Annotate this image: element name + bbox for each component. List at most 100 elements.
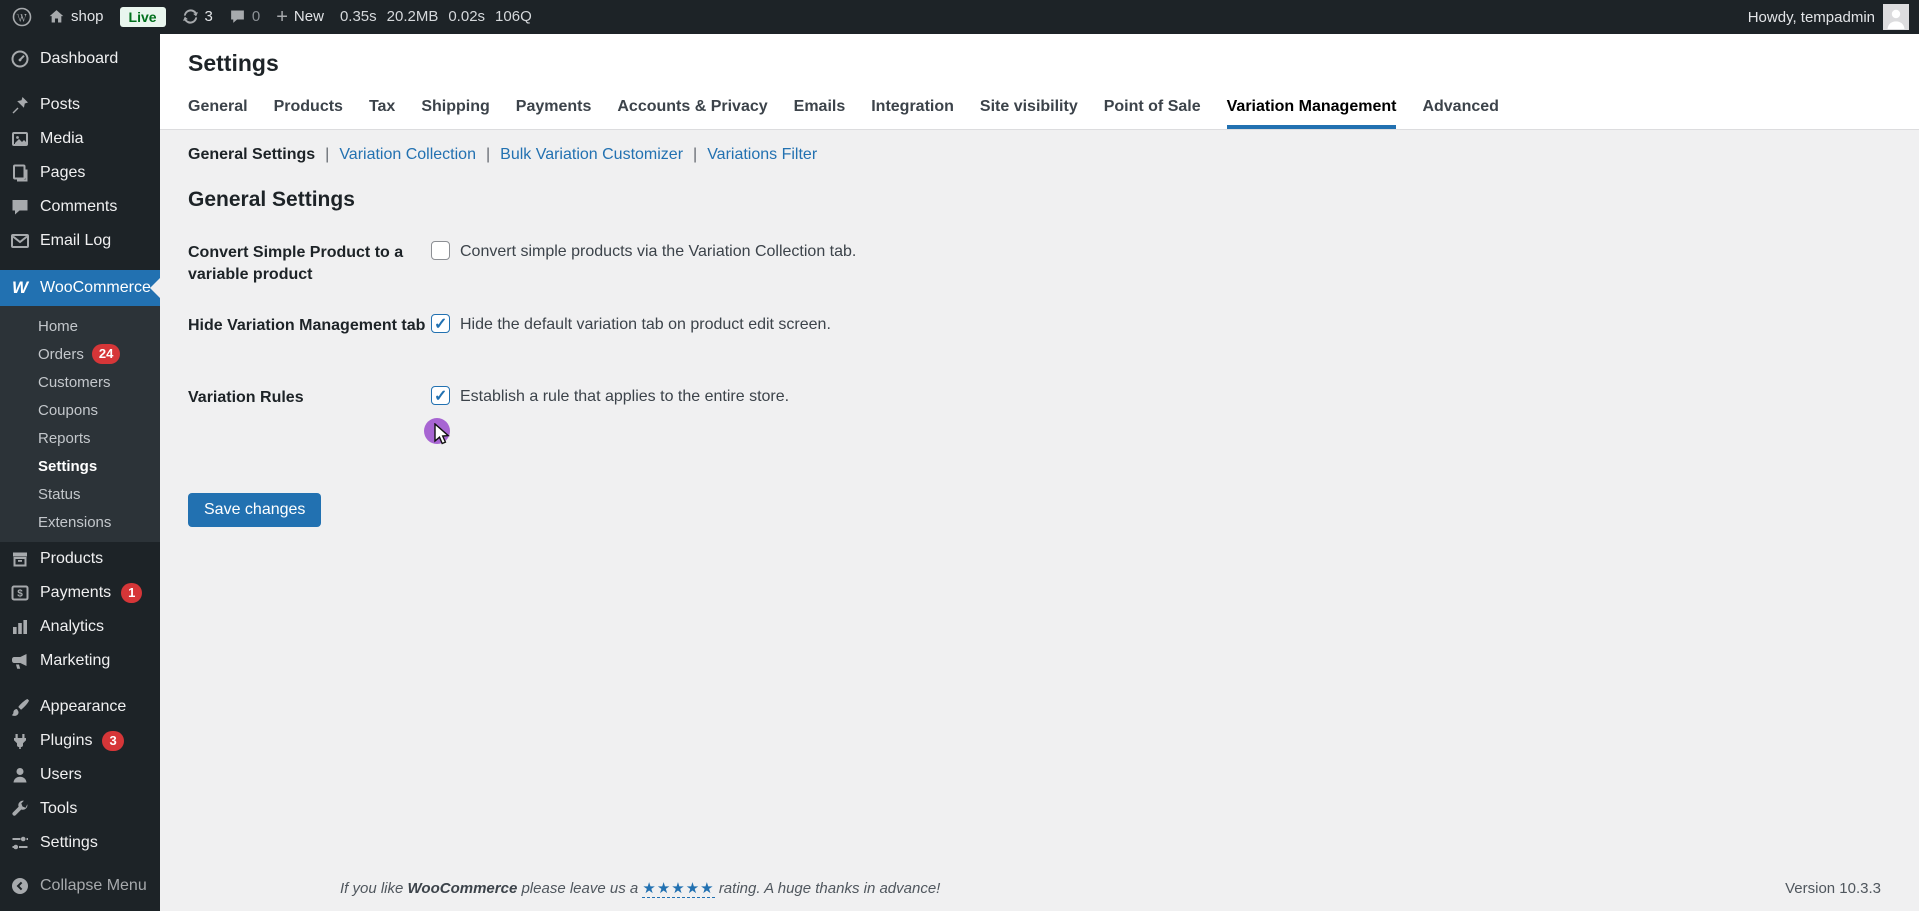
tab-advanced[interactable]: Advanced — [1422, 94, 1498, 129]
sidebar-item-payments[interactable]: $ Payments 1 — [0, 576, 160, 610]
tab-general[interactable]: General — [188, 94, 248, 129]
settings-tabs: General Products Tax Shipping Payments A… — [188, 94, 1919, 129]
sidebar-item-media[interactable]: Media — [0, 122, 160, 156]
sidebar-item-label: Payments — [40, 584, 112, 601]
account-menu[interactable]: Howdy, tempadmin — [1748, 4, 1919, 30]
sidebar-item-email-log[interactable]: Email Log — [0, 224, 160, 258]
form-row-variation-rules: Variation Rules Establish a rule that ap… — [188, 385, 1891, 429]
site-name-link[interactable]: shop — [48, 8, 104, 25]
avatar — [1883, 4, 1909, 30]
update-icon — [182, 9, 198, 25]
woocommerce-submenu: Home Orders 24 Customers Coupons Reports… — [0, 306, 160, 542]
submenu-item-extensions[interactable]: Extensions — [0, 508, 160, 536]
form-row-label: Hide Variation Management tab — [188, 317, 426, 335]
variation-rules-checkbox[interactable] — [431, 386, 450, 406]
woocommerce-icon: W — [11, 278, 29, 297]
submenu-label: Customers — [38, 373, 111, 391]
submenu-label: Settings — [38, 457, 98, 475]
plus-icon: + — [276, 5, 288, 28]
footer-text-prefix: If you like — [340, 880, 404, 897]
wordpress-logo-icon[interactable] — [12, 7, 32, 27]
tab-products[interactable]: Products — [274, 94, 343, 129]
variation-rules-description[interactable]: Establish a rule that applies to the ent… — [460, 386, 789, 408]
analytics-bars-icon — [13, 620, 27, 634]
subnav-variation-collection[interactable]: Variation Collection — [339, 146, 476, 164]
sidebar-item-comments[interactable]: Comments — [0, 190, 160, 224]
payments-icon: $ — [11, 585, 29, 601]
tab-emails[interactable]: Emails — [794, 94, 846, 129]
footer-rating-text: If you like WooCommerce please leave us … — [340, 879, 940, 898]
sidebar-item-pages[interactable]: Pages — [0, 156, 160, 190]
subnav-general-settings[interactable]: General Settings — [188, 146, 315, 164]
sidebar-item-label: Products — [40, 550, 104, 567]
form-row-hide-variation-tab: Hide Variation Management tab Hide the d… — [188, 313, 1891, 357]
new-content-button[interactable]: + New — [276, 7, 324, 27]
sliders-icon — [12, 836, 28, 850]
subnav-variations-filter[interactable]: Variations Filter — [707, 146, 817, 164]
menu-separator — [0, 76, 160, 88]
sidebar-item-settings[interactable]: Settings — [0, 826, 160, 860]
convert-simple-checkbox[interactable] — [431, 241, 450, 260]
submenu-item-status[interactable]: Status — [0, 480, 160, 508]
submenu-item-reports[interactable]: Reports — [0, 424, 160, 452]
sidebar-item-label: Comments — [40, 198, 118, 215]
sidebar-item-label: Tools — [40, 800, 78, 817]
collapse-arrow-icon — [12, 878, 28, 894]
tab-integration[interactable]: Integration — [871, 94, 954, 129]
sidebar-item-label: Marketing — [40, 652, 111, 669]
updates-indicator[interactable]: 3 — [182, 8, 213, 25]
sidebar-item-label: Pages — [40, 164, 86, 181]
sidebar-item-users[interactable]: Users — [0, 758, 160, 792]
tab-accounts-privacy[interactable]: Accounts & Privacy — [617, 94, 767, 129]
admin-footer: If you like WooCommerce please leave us … — [320, 869, 1919, 911]
subnav-separator: | — [325, 146, 330, 163]
tab-payments[interactable]: Payments — [516, 94, 592, 129]
live-badge: Live — [119, 6, 166, 28]
submenu-label: Extensions — [38, 513, 112, 531]
submenu-item-coupons[interactable]: Coupons — [0, 396, 160, 424]
convert-simple-description[interactable]: Convert simple products via the Variatio… — [460, 241, 856, 263]
sidebar-item-dashboard[interactable]: Dashboard — [0, 42, 160, 76]
products-box-icon — [13, 552, 27, 567]
page-title: Settings — [188, 50, 279, 76]
tab-tax[interactable]: Tax — [369, 94, 395, 129]
subnav-separator: | — [485, 146, 491, 163]
save-changes-button[interactable]: Save changes — [188, 493, 322, 528]
collapse-menu-button[interactable]: Collapse Menu — [0, 869, 160, 903]
tab-variation-management[interactable]: Variation Management — [1226, 94, 1397, 129]
tab-shipping[interactable]: Shipping — [421, 94, 489, 129]
five-stars-link[interactable]: ★★★★★ — [642, 880, 715, 898]
submenu-item-customers[interactable]: Customers — [0, 368, 160, 396]
current-menu-arrow-icon — [150, 278, 160, 298]
hide-variation-tab-description[interactable]: Hide the default variation tab on produc… — [460, 314, 831, 336]
brush-icon — [11, 699, 30, 716]
sidebar-item-label: Dashboard — [40, 50, 119, 67]
tab-point-of-sale[interactable]: Point of Sale — [1104, 94, 1201, 129]
submenu-item-orders[interactable]: Orders 24 — [0, 340, 160, 368]
sidebar-item-woocommerce[interactable]: W WooCommerce — [0, 270, 160, 306]
sidebar-item-appearance[interactable]: Appearance — [0, 690, 160, 724]
comments-indicator[interactable]: 0 — [229, 8, 260, 25]
sidebar-item-tools[interactable]: Tools — [0, 792, 160, 826]
email-icon — [11, 234, 29, 248]
sidebar-item-products[interactable]: Products — [0, 542, 160, 576]
settings-header: Settings General Products Tax Shipping P… — [160, 34, 1919, 130]
hide-variation-tab-checkbox[interactable] — [431, 314, 450, 334]
stat-queries: 106Q — [495, 8, 532, 26]
sidebar-item-plugins[interactable]: Plugins 3 — [0, 724, 160, 758]
media-icon — [12, 132, 28, 146]
svg-text:$: $ — [17, 589, 23, 600]
submenu-label: Status — [38, 485, 81, 503]
sidebar-item-marketing[interactable]: Marketing — [0, 644, 160, 678]
submenu-item-home[interactable]: Home — [0, 312, 160, 340]
submenu-label: Reports — [38, 429, 91, 447]
submenu-item-settings[interactable]: Settings — [0, 452, 160, 480]
form-row-label: Convert Simple Product to a variable pro… — [188, 244, 404, 283]
performance-stats: 0.35s 20.2MB 0.02s 106Q — [340, 8, 532, 25]
pages-icon — [13, 164, 28, 182]
sidebar-item-posts[interactable]: Posts — [0, 88, 160, 122]
tab-site-visibility[interactable]: Site visibility — [980, 94, 1078, 129]
sidebar-item-analytics[interactable]: Analytics — [0, 610, 160, 644]
subnav-bulk-variation-customizer[interactable]: Bulk Variation Customizer — [500, 146, 683, 164]
sidebar-item-label: Email Log — [40, 232, 112, 249]
